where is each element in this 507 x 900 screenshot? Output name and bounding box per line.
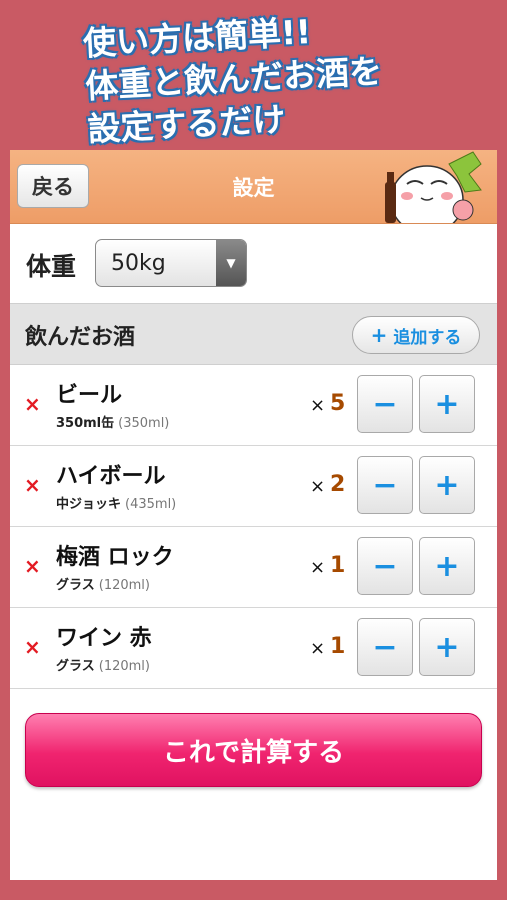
- weight-label: 体重: [26, 252, 77, 281]
- delete-icon[interactable]: ×: [24, 392, 41, 416]
- decrement-button[interactable]: −: [357, 375, 413, 433]
- delete-icon[interactable]: ×: [24, 554, 41, 578]
- calculate-button[interactable]: これで計算する: [25, 713, 482, 787]
- drink-unit: グラス: [56, 578, 95, 593]
- increment-button[interactable]: +: [419, 375, 475, 433]
- sake-mascot-icon: [385, 151, 482, 223]
- add-drink-label: 追加する: [393, 327, 462, 348]
- drink-volume: (435ml): [125, 497, 177, 512]
- increment-button[interactable]: +: [419, 456, 475, 514]
- multiply-icon: ×: [310, 557, 326, 578]
- drink-volume: (120ml): [98, 578, 150, 593]
- drink-name: 梅酒 ロック: [56, 545, 174, 570]
- decrement-button[interactable]: −: [357, 456, 413, 514]
- add-drink-button[interactable]: + 追加する: [352, 316, 480, 354]
- drink-row-highball: × ハイボール 中ジョッキ (435ml) × 2 − +: [10, 446, 497, 527]
- navigation-bar: 戻る 設定: [10, 150, 497, 224]
- drinks-section-header: 飲んだお酒 + 追加する: [10, 303, 497, 365]
- drink-name: ビール: [56, 383, 123, 408]
- drink-volume: (120ml): [98, 659, 150, 674]
- drink-name: ハイボール: [56, 464, 166, 489]
- app-screen: 戻る 設定 体重 50kg ▼ 飲んだお酒 + 追加する × ビール 350ml…: [10, 150, 497, 880]
- drink-volume: (350ml): [118, 416, 170, 431]
- drink-unit: 350ml缶: [56, 416, 115, 431]
- drink-serving: グラス (120ml): [56, 655, 150, 674]
- drink-row-umeshu: × 梅酒 ロック グラス (120ml) × 1 − +: [10, 527, 497, 608]
- drink-serving: 中ジョッキ (435ml): [56, 493, 176, 512]
- drink-serving: 350ml缶 (350ml): [56, 412, 169, 431]
- increment-button[interactable]: +: [419, 618, 475, 676]
- drink-count: 5: [330, 391, 346, 416]
- plus-icon: +: [370, 323, 388, 347]
- drink-serving: グラス (120ml): [56, 574, 150, 593]
- delete-icon[interactable]: ×: [24, 473, 41, 497]
- drink-count: 1: [330, 634, 346, 659]
- drink-count: 2: [330, 472, 346, 497]
- drink-unit: 中ジョッキ: [56, 497, 122, 512]
- promo-headline: 使い方は簡単!! 体重と飲んだお酒を 設定するだけ: [82, 6, 385, 150]
- drink-name: ワイン 赤: [56, 626, 152, 651]
- increment-button[interactable]: +: [419, 537, 475, 595]
- multiply-icon: ×: [310, 638, 326, 659]
- drink-row-red-wine: × ワイン 赤 グラス (120ml) × 1 − +: [10, 608, 497, 689]
- multiply-icon: ×: [310, 395, 326, 416]
- decrement-button[interactable]: −: [357, 537, 413, 595]
- chevron-down-icon: ▼: [216, 240, 246, 286]
- multiply-icon: ×: [310, 476, 326, 497]
- delete-icon[interactable]: ×: [24, 635, 41, 659]
- weight-value: 50kg: [111, 251, 166, 276]
- drink-count: 1: [330, 553, 346, 578]
- decrement-button[interactable]: −: [357, 618, 413, 676]
- drink-row-beer: × ビール 350ml缶 (350ml) × 5 − +: [10, 365, 497, 446]
- weight-select[interactable]: 50kg ▼: [95, 239, 247, 287]
- drink-unit: グラス: [56, 659, 95, 674]
- drinks-title: 飲んだお酒: [25, 325, 136, 350]
- weight-row: 体重 50kg ▼: [10, 223, 497, 303]
